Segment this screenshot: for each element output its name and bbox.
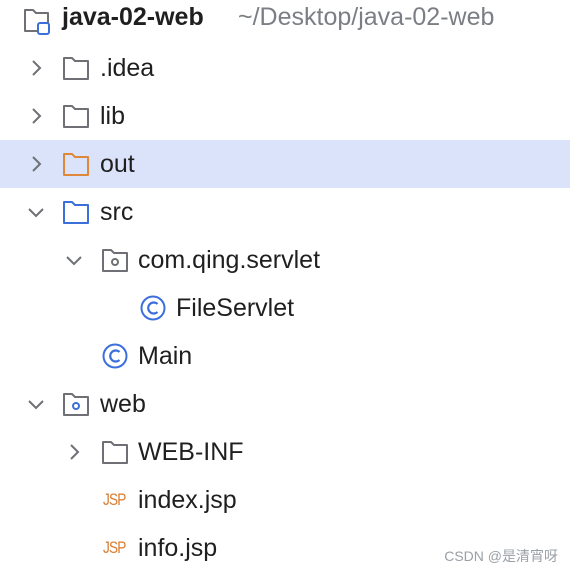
folder-icon [101,439,129,465]
tree-item-label: info.jsp [138,534,218,562]
package-icon [101,247,129,273]
tree-item-label: WEB-INF [138,438,244,466]
tree-item-label: src [100,198,134,226]
web-folder-icon [62,391,90,417]
chevron-right-icon[interactable] [26,58,46,78]
tree-root-row[interactable]: java-02-web ~/Desktop/java-02-web [0,0,570,44]
jsp-file-icon: JSP [103,538,126,557]
tree-item-label: out [100,150,135,178]
folder-icon [62,103,90,129]
tree-item-lib[interactable]: lib [0,92,570,140]
project-path: ~/Desktop/java-02-web [238,3,495,31]
tree-item-label: FileServlet [176,294,295,322]
tree-item-src[interactable]: src [0,188,570,236]
chevron-right-icon[interactable] [26,106,46,126]
tree-item-out[interactable]: out [0,140,570,188]
excluded-folder-icon [62,151,90,177]
tree-item-label: index.jsp [138,486,237,514]
java-class-icon [102,343,130,369]
tree-item-package[interactable]: com.qing.servlet [0,236,570,284]
project-name: java-02-web [62,3,204,31]
tree-item-fileservlet[interactable]: FileServlet [0,284,570,332]
chevron-right-icon[interactable] [26,154,46,174]
chevron-right-icon[interactable] [64,442,84,462]
tree-item-label: .idea [100,54,155,82]
chevron-down-icon[interactable] [26,394,46,414]
folder-icon [62,55,90,81]
chevron-down-icon[interactable] [64,250,84,270]
source-folder-icon [62,199,90,225]
tree-item-label: Main [138,342,193,370]
module-icon [22,6,50,35]
java-class-icon [140,295,168,321]
tree-item-label: lib [100,102,126,130]
tree-item-idea[interactable]: .idea [0,44,570,92]
tree-item-web-inf[interactable]: WEB-INF [0,428,570,476]
tree-item-index-jsp[interactable]: JSP index.jsp [0,476,570,524]
watermark: CSDN @是清宵呀 [444,548,558,564]
tree-item-label: web [100,390,146,418]
tree-item-web[interactable]: web [0,380,570,428]
tree-item-label: com.qing.servlet [138,246,321,274]
tree-item-main[interactable]: Main [0,332,570,380]
chevron-down-icon[interactable] [26,202,46,222]
jsp-file-icon: JSP [103,490,126,509]
